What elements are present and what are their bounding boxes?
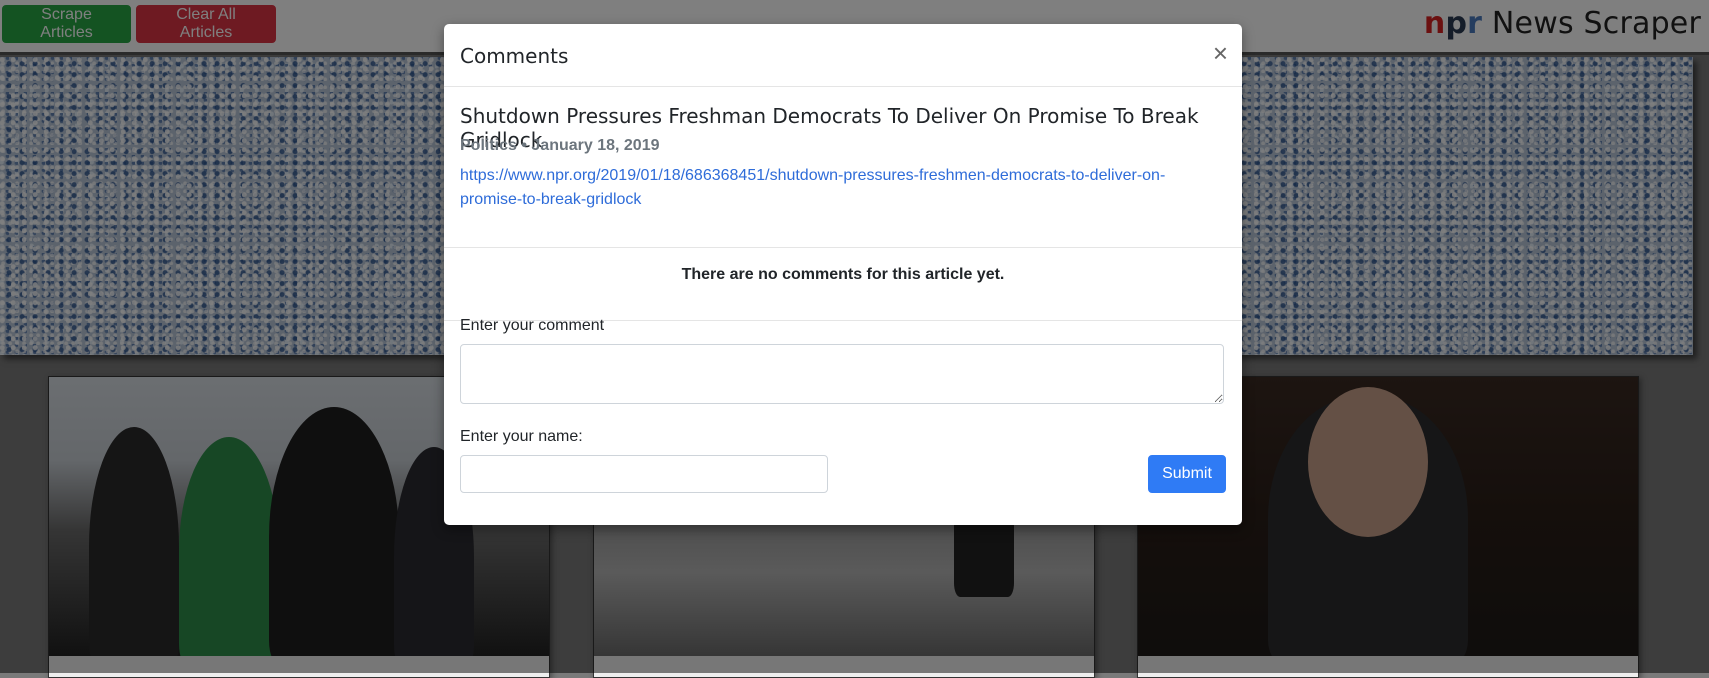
article-link[interactable]: https://www.npr.org/2019/01/18/686368451… [460, 164, 1220, 212]
name-input[interactable] [460, 455, 828, 493]
modal-header: Comments × [444, 24, 1242, 87]
comments-modal: Comments × Shutdown Pressures Freshman D… [444, 24, 1242, 525]
comment-label: Enter your comment [460, 317, 605, 334]
article-meta: Politics • January 18, 2019 [460, 137, 660, 154]
close-icon[interactable]: × [1213, 40, 1228, 66]
comments-list: There are no comments for this article y… [444, 248, 1242, 321]
comment-textarea[interactable] [460, 344, 1224, 404]
name-label: Enter your name: [460, 428, 583, 445]
article-details: Shutdown Pressures Freshman Democrats To… [444, 87, 1242, 248]
no-comments-message: There are no comments for this article y… [681, 266, 1005, 283]
modal-title: Comments [460, 44, 569, 68]
submit-button[interactable]: Submit [1148, 455, 1226, 493]
